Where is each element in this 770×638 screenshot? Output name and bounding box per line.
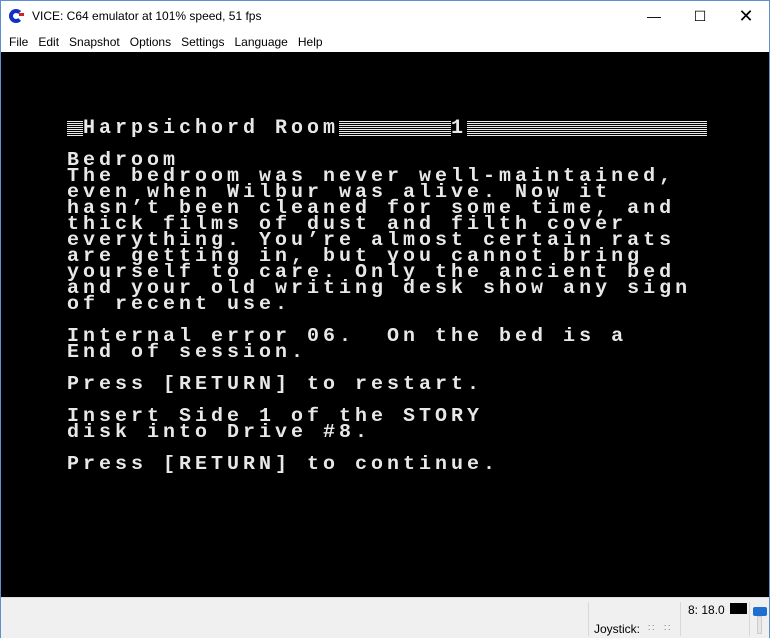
score: 1: [451, 117, 468, 140]
menu-settings[interactable]: Settings: [181, 35, 224, 49]
game-status-line: Harpsichord Room 1: [67, 117, 707, 140]
minimize-button[interactable]: —: [631, 1, 677, 31]
drive-led: [730, 603, 747, 614]
menu-language[interactable]: Language: [234, 35, 287, 49]
title-bar: VICE: C64 emulator at 101% speed, 51 fps…: [1, 1, 769, 31]
menu-file[interactable]: File: [9, 35, 28, 49]
status-bar: Joystick: ∷ ∷ 8: 18.0: [1, 597, 769, 638]
menu-options[interactable]: Options: [130, 35, 171, 49]
drive-track: 8: 18.0: [688, 603, 725, 617]
screen-line: Press [RETURN] to continue.: [67, 453, 500, 476]
screen-line: disk into Drive #8.: [67, 421, 372, 444]
screen-line: of recent use.: [67, 293, 292, 316]
menu-edit[interactable]: Edit: [38, 35, 59, 49]
maximize-button[interactable]: ☐: [677, 1, 723, 31]
commodore-logo-icon: [9, 8, 25, 24]
menu-help[interactable]: Help: [298, 35, 323, 49]
screen-line: End of session.: [67, 341, 308, 364]
menu-snapshot[interactable]: Snapshot: [69, 35, 120, 49]
close-button[interactable]: ✕: [723, 1, 769, 31]
joystick-label: Joystick:: [594, 622, 641, 636]
joystick-port-1-icon: ∷: [648, 623, 656, 634]
location-name: Harpsichord Room: [83, 117, 340, 140]
screen-line: Press [RETURN] to restart.: [67, 373, 484, 396]
volume-handle[interactable]: [753, 607, 767, 616]
joystick-port-2-icon: ∷: [664, 623, 672, 634]
menu-bar: File Edit Snapshot Options Settings Lang…: [1, 31, 769, 52]
window-title: VICE: C64 emulator at 101% speed, 51 fps: [32, 9, 262, 23]
volume-slider[interactable]: [757, 616, 762, 634]
c64-text-display: Harpsichord Room 1 Bedroom The bedroom wa…: [67, 117, 707, 476]
